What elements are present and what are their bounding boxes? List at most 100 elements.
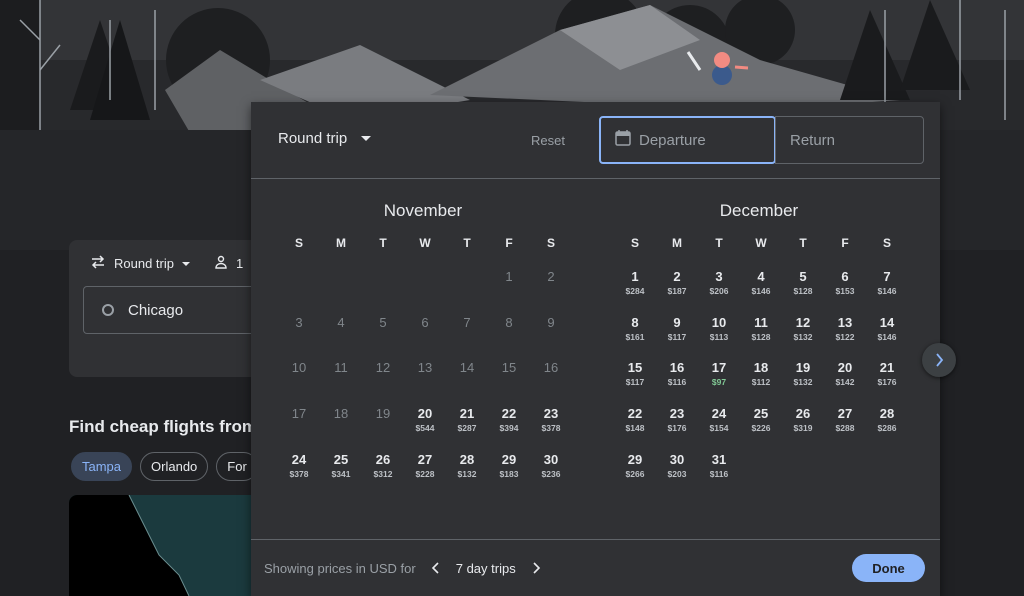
done-button[interactable]: Done xyxy=(852,554,925,582)
day-price: $266 xyxy=(625,468,645,479)
day-number: 19 xyxy=(795,360,811,376)
day-number: 31 xyxy=(711,451,727,467)
day-price: $146 xyxy=(751,286,771,296)
day-number: 21 xyxy=(879,360,895,376)
day-cell[interactable]: 22 $148 xyxy=(614,398,656,444)
day-cell[interactable]: 24 $154 xyxy=(698,398,740,444)
day-cell[interactable]: 14 $146 xyxy=(866,307,908,353)
day-cell[interactable]: 5 $128 xyxy=(782,261,824,307)
day-cell[interactable]: 30 $203 xyxy=(656,444,698,490)
weekday-label: T xyxy=(463,236,471,250)
day-cell[interactable]: 6 $153 xyxy=(824,261,866,307)
day-number: 11 xyxy=(754,314,768,330)
day-number: 9 xyxy=(673,314,681,330)
day-cell: 18 xyxy=(320,398,362,444)
weekday-label: M xyxy=(336,236,346,250)
day-cell[interactable]: 12 $132 xyxy=(782,307,824,353)
day-number: 5 xyxy=(799,269,807,284)
cheap-flights-heading: Find cheap flights from xyxy=(69,417,257,436)
day-cell[interactable]: 28 $132 xyxy=(446,444,488,490)
map-preview[interactable] xyxy=(69,495,259,596)
day-cell: 7 xyxy=(446,307,488,353)
day-cell[interactable]: 11 $128 xyxy=(740,307,782,353)
next-month-button[interactable] xyxy=(922,343,956,377)
day-cell[interactable]: 20 $544 xyxy=(404,398,446,444)
day-number: 19 xyxy=(375,406,391,422)
day-number: 7 xyxy=(463,314,471,330)
day-cell: 6 xyxy=(404,307,446,353)
day-cell: 9 xyxy=(530,307,572,353)
trip-type-select[interactable]: Round trip xyxy=(278,130,372,147)
day-cell[interactable]: 13 $122 xyxy=(824,307,866,353)
day-cell[interactable]: 3 $206 xyxy=(698,261,740,307)
weekday-label: M xyxy=(672,236,682,250)
day-price: $183 xyxy=(499,468,519,479)
day-cell[interactable]: 31 $116 xyxy=(698,444,740,490)
day-number: 10 xyxy=(291,360,307,376)
empty-day-cell xyxy=(362,261,404,307)
day-cell[interactable]: 4 $146 xyxy=(740,261,782,307)
departure-field[interactable] xyxy=(599,116,776,164)
day-cell[interactable]: 24 $378 xyxy=(278,444,320,490)
day-cell[interactable]: 18 $112 xyxy=(740,352,782,398)
day-price: $116 xyxy=(667,377,687,388)
day-cell[interactable]: 25 $341 xyxy=(320,444,362,490)
day-cell[interactable]: 17 $97 xyxy=(698,352,740,398)
person-icon xyxy=(214,255,228,272)
day-cell: 8 xyxy=(488,307,530,353)
day-cell: 19 xyxy=(362,398,404,444)
day-price: $112 xyxy=(751,377,771,388)
day-cell[interactable]: 2 $187 xyxy=(656,261,698,307)
day-number: 25 xyxy=(753,406,769,422)
day-price: $288 xyxy=(835,423,855,434)
day-cell[interactable]: 26 $312 xyxy=(362,444,404,490)
day-cell[interactable]: 1 $284 xyxy=(614,261,656,307)
day-cell[interactable]: 15 $117 xyxy=(614,352,656,398)
day-number: 6 xyxy=(421,314,429,330)
day-cell[interactable]: 19 $132 xyxy=(782,352,824,398)
chevron-right-icon xyxy=(936,353,944,367)
day-cell[interactable]: 22 $394 xyxy=(488,398,530,444)
chip-orlando[interactable]: Orlando xyxy=(140,452,209,481)
weekday-label: S xyxy=(294,236,303,250)
day-number: 29 xyxy=(501,451,517,467)
next-trip-length-button[interactable] xyxy=(526,558,546,578)
day-price: $132 xyxy=(793,331,813,342)
day-cell[interactable]: 29 $266 xyxy=(614,444,656,490)
empty-day-cell xyxy=(446,261,488,307)
departure-input[interactable] xyxy=(639,131,759,149)
return-field[interactable] xyxy=(775,116,924,164)
day-cell[interactable]: 21 $176 xyxy=(866,352,908,398)
prev-trip-length-button[interactable] xyxy=(426,558,446,578)
day-cell[interactable]: 30 $236 xyxy=(530,444,572,490)
return-input[interactable] xyxy=(790,131,910,149)
day-cell[interactable]: 23 $378 xyxy=(530,398,572,444)
chip-tampa[interactable]: Tampa xyxy=(71,452,133,481)
day-number: 3 xyxy=(295,314,303,330)
day-cell[interactable]: 27 $288 xyxy=(824,398,866,444)
date-picker-dialog: Round trip Reset November S M T W T F S xyxy=(251,102,940,596)
day-number: 1 xyxy=(631,269,639,284)
day-cell[interactable]: 23 $176 xyxy=(656,398,698,444)
day-cell[interactable]: 7 $146 xyxy=(866,261,908,307)
day-price: $113 xyxy=(709,331,729,342)
day-cell[interactable]: 10 $113 xyxy=(698,307,740,353)
day-cell[interactable]: 27 $228 xyxy=(404,444,446,490)
bg-trip-type[interactable]: Round trip xyxy=(90,255,190,272)
bg-passengers[interactable]: 1 xyxy=(214,255,243,272)
day-cell[interactable]: 9 $117 xyxy=(656,307,698,353)
day-cell[interactable]: 29 $183 xyxy=(488,444,530,490)
empty-day-cell xyxy=(320,261,362,307)
day-number: 5 xyxy=(379,314,387,330)
day-cell[interactable]: 20 $142 xyxy=(824,352,866,398)
day-cell[interactable]: 16 $116 xyxy=(656,352,698,398)
day-price: $117 xyxy=(667,331,687,342)
day-price: $236 xyxy=(541,468,561,479)
day-cell[interactable]: 25 $226 xyxy=(740,398,782,444)
day-cell[interactable]: 8 $161 xyxy=(614,307,656,353)
origin-field[interactable]: Chicago xyxy=(83,286,273,334)
reset-button[interactable]: Reset xyxy=(531,133,565,148)
day-cell[interactable]: 26 $319 xyxy=(782,398,824,444)
day-cell[interactable]: 21 $287 xyxy=(446,398,488,444)
day-cell[interactable]: 28 $286 xyxy=(866,398,908,444)
